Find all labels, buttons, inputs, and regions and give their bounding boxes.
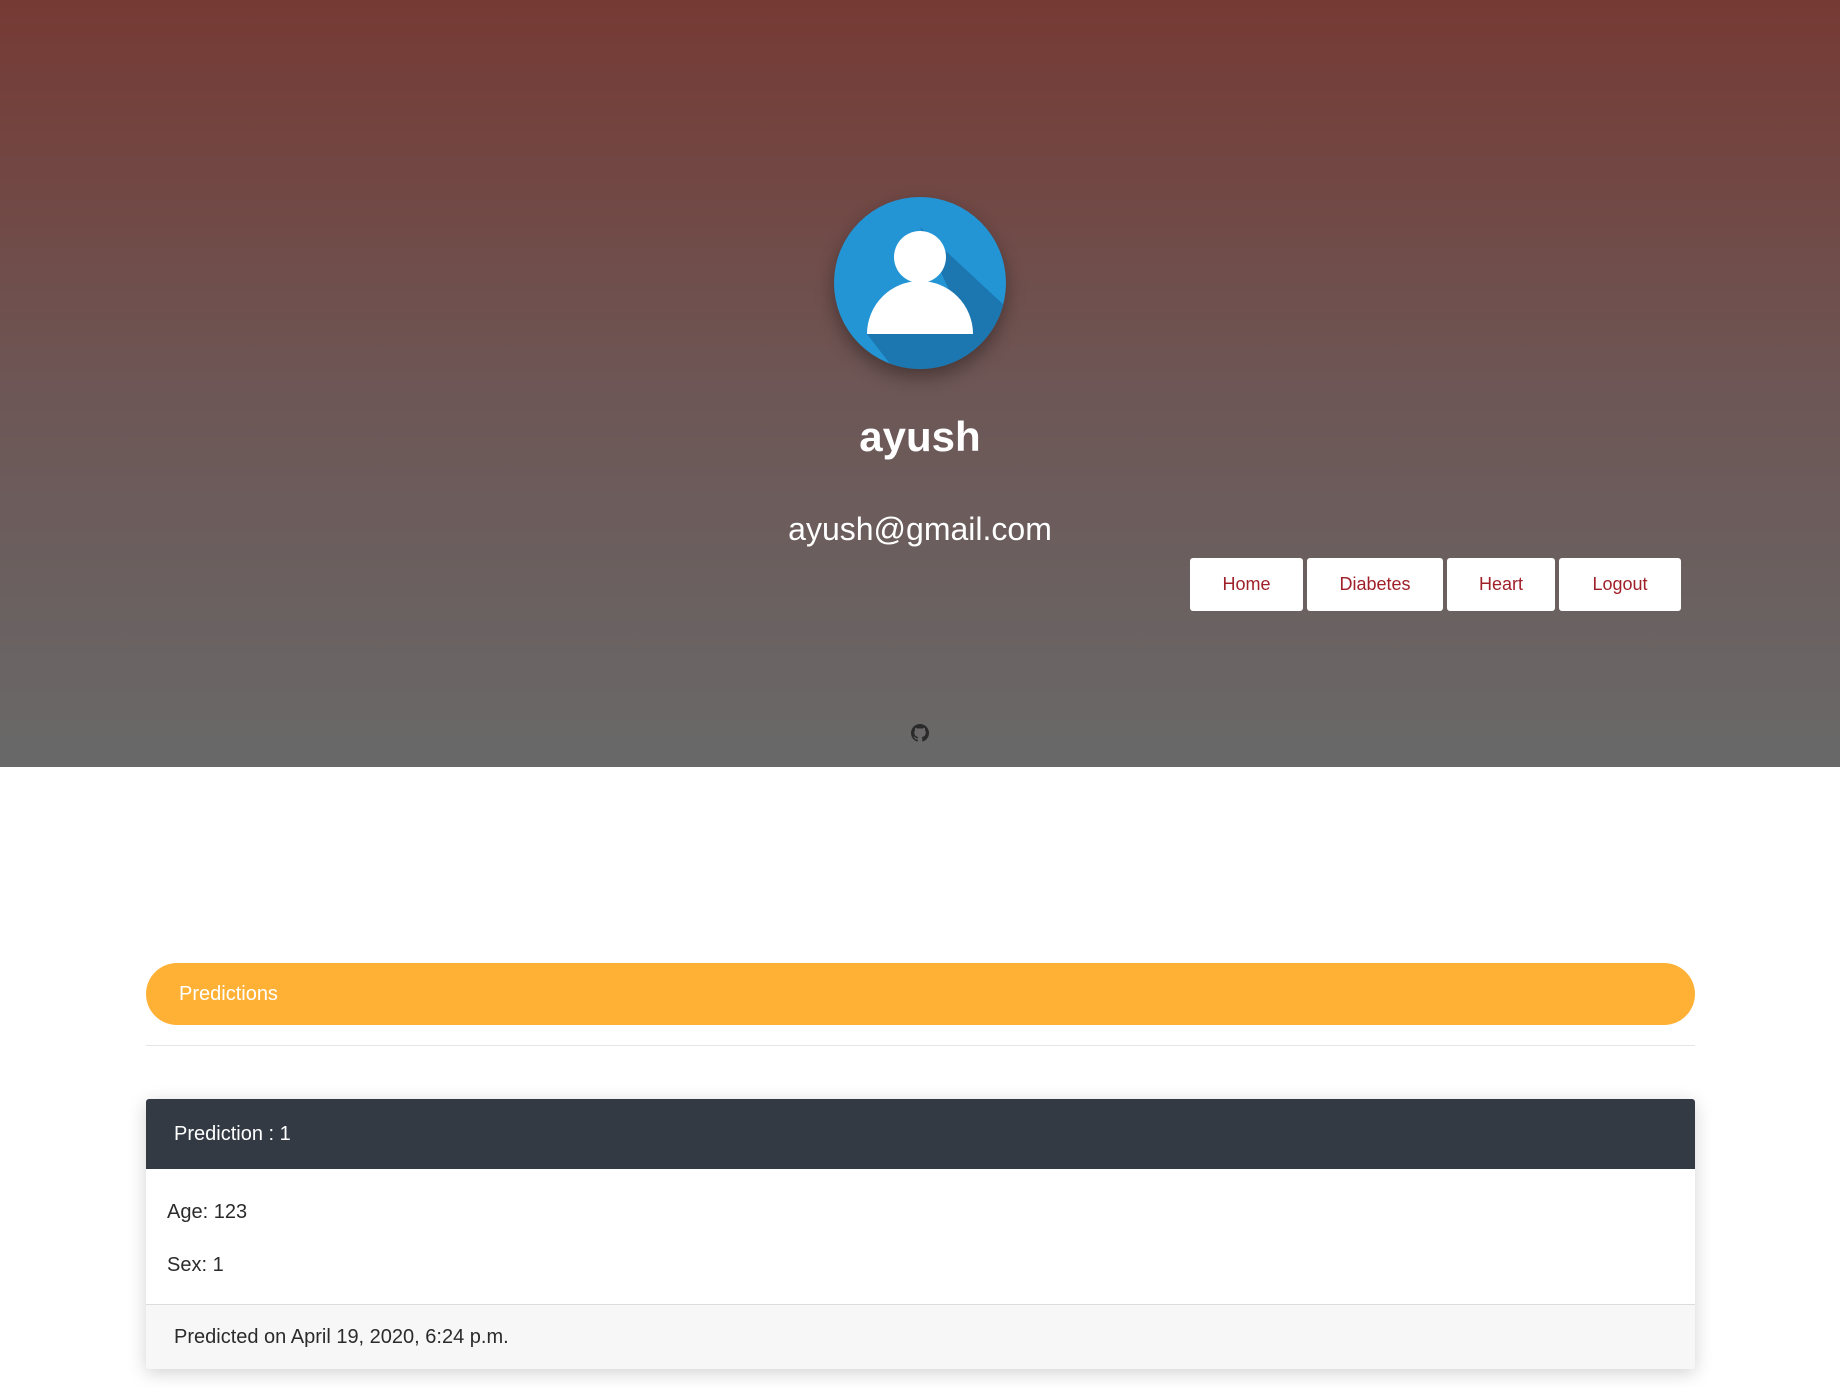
prediction-card-body: Age: 123 Sex: 1: [146, 1169, 1695, 1305]
nav-bar: Home Diabetes Heart Logout: [1190, 558, 1681, 611]
prediction-card-footer: Predicted on April 19, 2020, 6:24 p.m.: [146, 1305, 1695, 1369]
prediction-title: Prediction : 1: [174, 1122, 291, 1145]
user-email: ayush@gmail.com: [788, 511, 1052, 547]
home-button[interactable]: Home: [1190, 558, 1303, 611]
prediction-age: Age: 123: [167, 1201, 248, 1223]
diabetes-button[interactable]: Diabetes: [1307, 558, 1443, 611]
prediction-card: Prediction : 1 Age: 123 Sex: 1 Predicted…: [146, 1099, 1695, 1369]
prediction-timestamp: Predicted on April 19, 2020, 6:24 p.m.: [174, 1325, 509, 1348]
user-avatar-icon: [834, 197, 1006, 369]
divider: [146, 1045, 1695, 1046]
heart-button[interactable]: Heart: [1447, 558, 1555, 611]
predictions-heading: Predictions: [146, 963, 1695, 1025]
logout-button[interactable]: Logout: [1559, 558, 1681, 611]
predictions-heading-label: Predictions: [179, 982, 278, 1005]
github-icon[interactable]: [911, 724, 929, 742]
prediction-sex: Sex: 1: [167, 1254, 224, 1276]
user-name: ayush: [859, 413, 981, 460]
profile-header: ayush ayush@gmail.com Home Diabetes Hear…: [0, 0, 1840, 767]
prediction-card-header: Prediction : 1: [146, 1099, 1695, 1169]
